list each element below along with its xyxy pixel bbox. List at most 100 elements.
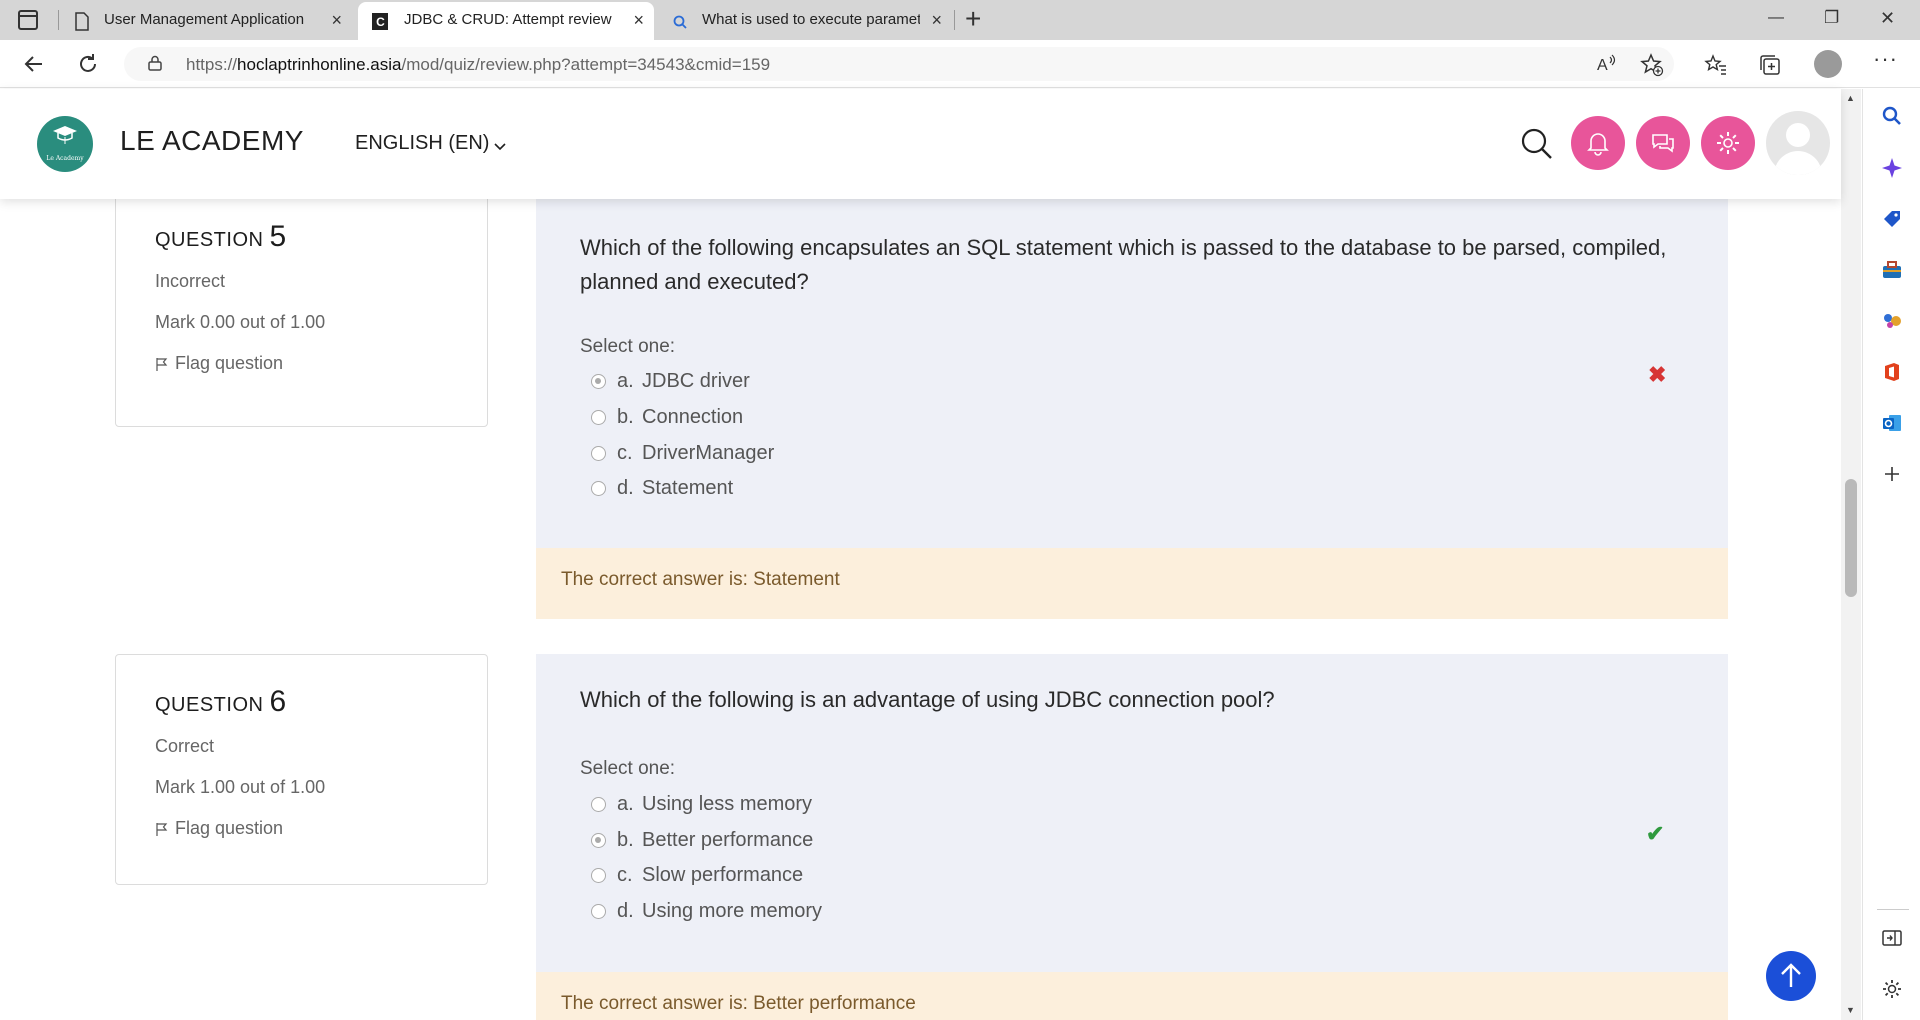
browser-tab-bar: User Management Application × C JDBC & C…: [0, 0, 1920, 40]
restore-button[interactable]: ❐: [1824, 8, 1839, 28]
refresh-icon[interactable]: [76, 52, 100, 76]
question-text: Which of the following is an advantage o…: [580, 687, 1275, 712]
close-window-button[interactable]: ✕: [1880, 8, 1895, 29]
new-tab-button[interactable]: +: [965, 3, 981, 35]
radio-button[interactable]: [591, 797, 606, 812]
option-letter: a.: [617, 793, 634, 815]
url-prefix: https://: [186, 55, 238, 74]
question-status: Incorrect: [155, 271, 226, 291]
radio-button[interactable]: [591, 481, 606, 496]
site-header: Le Academy LE ACADEMY ENGLISH (EN): [0, 89, 1841, 199]
office-icon[interactable]: [1881, 361, 1903, 383]
correct-check-icon: ✔: [1646, 821, 1665, 846]
radio-button[interactable]: [591, 904, 606, 919]
search-icon: [673, 15, 687, 29]
flag-question-link[interactable]: Flag question: [155, 818, 283, 839]
tab-title: User Management Application: [104, 11, 305, 28]
bell-icon: [1587, 133, 1609, 156]
url-host: hoclaptrinhonline.asia: [237, 55, 402, 74]
games-icon[interactable]: [1881, 309, 1903, 331]
search-icon[interactable]: [1881, 105, 1903, 127]
chevron-down-icon[interactable]: [493, 140, 507, 154]
flag-icon: [156, 358, 168, 371]
search-icon[interactable]: [1518, 125, 1556, 163]
minimize-button[interactable]: —: [1768, 9, 1784, 27]
user-avatar[interactable]: [1766, 111, 1830, 175]
notifications-button[interactable]: [1571, 116, 1625, 170]
flag-question-label: Flag question: [175, 353, 284, 373]
messages-button[interactable]: [1636, 116, 1690, 170]
page-scrollbar[interactable]: ▲ ▼: [1841, 89, 1861, 1020]
sidebar-toggle-icon[interactable]: [1881, 927, 1903, 949]
back-to-top-button[interactable]: [1766, 951, 1816, 1001]
add-favorite-icon[interactable]: [1640, 53, 1664, 77]
settings-button[interactable]: [1701, 116, 1755, 170]
flag-question-link[interactable]: Flag question: [155, 353, 283, 374]
shopping-tag-icon[interactable]: [1881, 208, 1903, 230]
url-path: /mod/quiz/review.php?attempt=34543&cmid=…: [401, 55, 771, 74]
option-letter: d.: [617, 900, 634, 922]
scrollbar-thumb[interactable]: [1845, 479, 1857, 597]
lock-icon[interactable]: [148, 55, 162, 71]
browser-sidebar: [1862, 89, 1920, 1020]
settings-icon[interactable]: [1881, 978, 1903, 1000]
radio-button[interactable]: [591, 868, 606, 883]
question-body: Which of the following is an advantage o…: [536, 654, 1728, 972]
back-arrow-icon[interactable]: [22, 52, 46, 76]
question-number: QUESTION 6: [155, 685, 287, 719]
quiz-review-content: QUESTION 5 Incorrect Mark 0.00 out of 1.0…: [0, 199, 1841, 1020]
select-one-label: Select one:: [580, 336, 676, 357]
site-brand[interactable]: LE ACADEMY: [120, 125, 304, 157]
arrow-up-icon: [1781, 963, 1801, 987]
profile-avatar[interactable]: [1814, 50, 1842, 78]
question-mark: Mark 1.00 out of 1.00: [155, 777, 326, 797]
graduation-cap-icon: [53, 126, 77, 144]
avatar-body: [1774, 151, 1822, 175]
option-text: DriverManager: [642, 442, 775, 464]
collections-icon[interactable]: [1758, 53, 1782, 77]
add-icon[interactable]: [1881, 463, 1903, 485]
question-label: QUESTION: [155, 229, 264, 251]
tab-search[interactable]: What is used to execute paramet ×: [660, 2, 952, 40]
svg-text:C: C: [376, 15, 385, 29]
toolbox-icon[interactable]: [1881, 259, 1903, 281]
radio-button[interactable]: [591, 374, 606, 389]
option-text: Using more memory: [642, 900, 823, 922]
language-selector[interactable]: ENGLISH (EN): [355, 132, 489, 155]
copilot-icon[interactable]: [1881, 157, 1903, 179]
avatar-head: [1786, 123, 1810, 147]
sidebar-divider: [1877, 909, 1909, 910]
tab-close-icon[interactable]: ×: [331, 10, 342, 31]
read-aloud-icon[interactable]: A: [1596, 53, 1618, 75]
tab-jdbc-crud[interactable]: C JDBC & CRUD: Attempt review ×: [358, 2, 654, 40]
tab-actions-icon[interactable]: [18, 10, 38, 30]
radio-button[interactable]: [591, 410, 606, 425]
page-icon: [75, 12, 89, 31]
question-label: QUESTION: [155, 694, 264, 716]
correct-answer-text: The correct answer is: Statement: [561, 569, 840, 590]
radio-button[interactable]: [591, 446, 606, 461]
academy-logo[interactable]: Le Academy: [37, 116, 93, 172]
option-text: JDBC driver: [642, 370, 750, 392]
tab-separator: [58, 10, 59, 30]
scroll-down-arrow-icon[interactable]: ▼: [1846, 1005, 1855, 1015]
url-text: https://hoclaptrinhonline.asia/mod/quiz/…: [186, 55, 770, 75]
more-menu-icon[interactable]: ···: [1873, 46, 1898, 72]
outlook-icon[interactable]: [1881, 412, 1903, 434]
url-input[interactable]: https://hoclaptrinhonline.asia/mod/quiz/…: [124, 47, 1674, 81]
tab-close-icon[interactable]: ×: [931, 10, 942, 31]
question-info-card: QUESTION 5 Incorrect Mark 0.00 out of 1.0…: [115, 199, 488, 427]
favorites-icon[interactable]: [1704, 53, 1728, 77]
correct-answer-feedback: The correct answer is: Better performanc…: [536, 972, 1728, 1020]
option-letter: b.: [617, 829, 634, 851]
scroll-up-arrow-icon[interactable]: ▲: [1846, 93, 1855, 103]
question-body: Which of the following encapsulates an S…: [536, 199, 1728, 548]
option-letter: d.: [617, 477, 634, 499]
option-text: Better performance: [642, 829, 814, 851]
question-number-value: 5: [269, 220, 287, 253]
svg-text:A: A: [1597, 57, 1608, 74]
tab-close-icon[interactable]: ×: [633, 10, 644, 31]
radio-button[interactable]: [591, 833, 606, 848]
tab-user-management[interactable]: User Management Application ×: [60, 2, 352, 40]
site-favicon-icon: C: [372, 13, 388, 30]
